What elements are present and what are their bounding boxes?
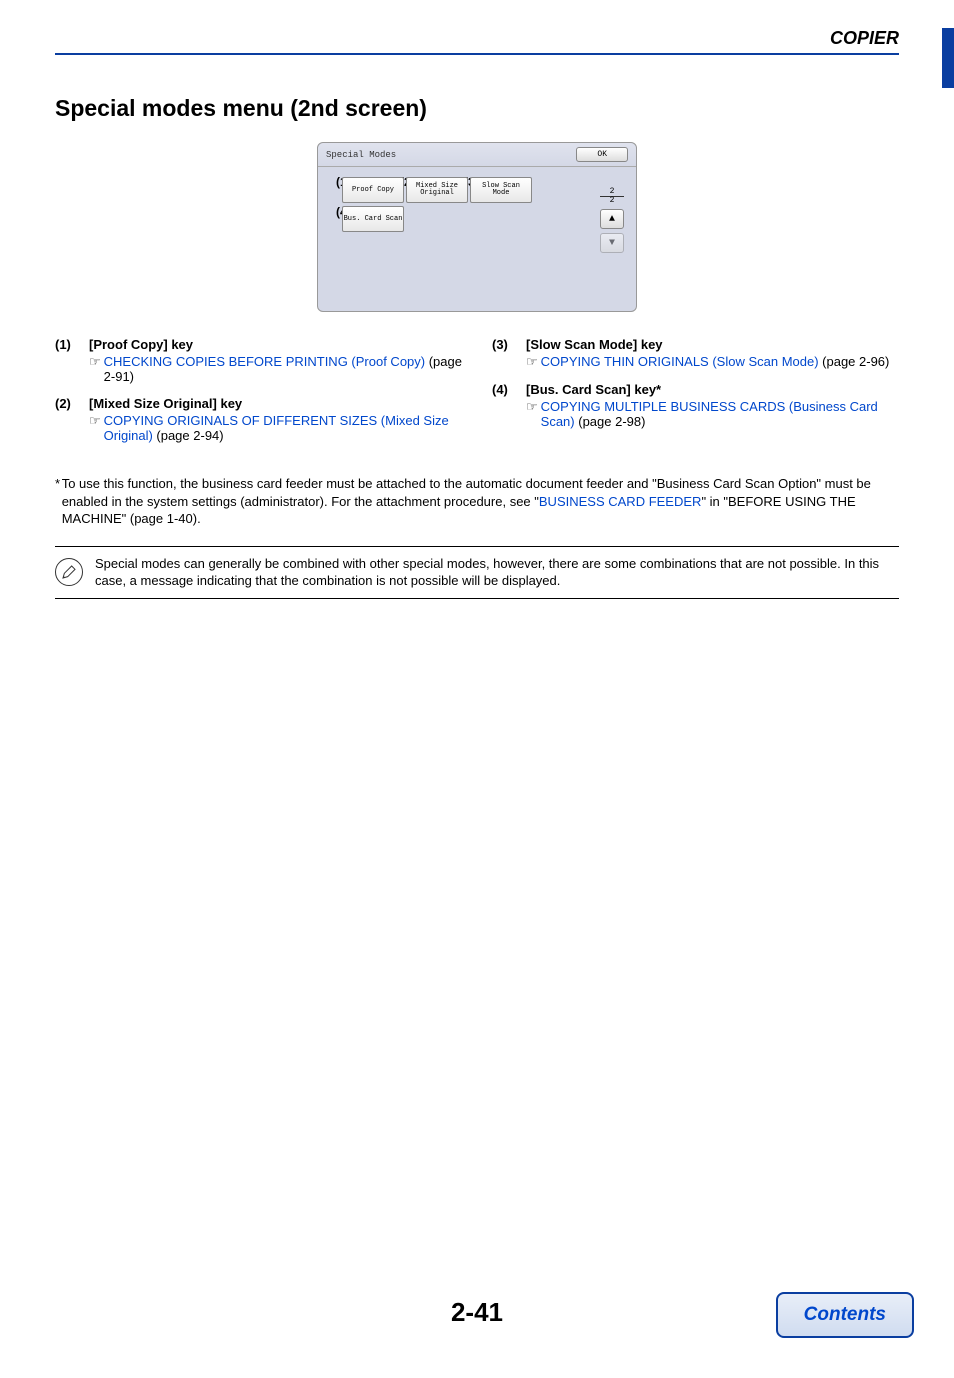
pointer-icon: ☞ [89, 413, 101, 429]
proof-copy-label: Proof Copy [352, 187, 394, 194]
item-3-index: (3) [492, 337, 526, 370]
left-column: (1) [Proof Copy] key ☞CHECKING COPIES BE… [55, 337, 462, 455]
footnote: * To use this function, the business car… [55, 475, 899, 528]
proof-copy-button[interactable]: Proof Copy [342, 177, 404, 203]
arrow-down-icon: ▼ [609, 238, 615, 249]
pencil-icon [55, 558, 83, 586]
footnote-body: To use this function, the business card … [62, 475, 899, 528]
mixed-size-button[interactable]: Mixed SizeOriginal [406, 177, 468, 203]
page-indicator: 2 2 [600, 188, 624, 205]
item-4-pageref: (page 2-98) [575, 414, 646, 429]
item-1: (1) [Proof Copy] key ☞CHECKING COPIES BE… [55, 337, 462, 384]
ui-screenshot-panel: Special Modes OK (1) (2) (3) (4) Proof C… [317, 142, 637, 312]
item-4-title: [Bus. Card Scan] key* [526, 382, 899, 397]
item-3-link[interactable]: COPYING THIN ORIGINALS (Slow Scan Mode) [541, 354, 819, 369]
pointer-icon: ☞ [526, 354, 538, 370]
section-color-bar [942, 28, 954, 88]
pointer-icon: ☞ [526, 399, 538, 415]
key-description-columns: (1) [Proof Copy] key ☞CHECKING COPIES BE… [55, 337, 899, 455]
note-box: Special modes can generally be combined … [55, 546, 899, 599]
footnote-marker: * [55, 475, 62, 528]
footnote-link[interactable]: BUSINESS CARD FEEDER [539, 494, 702, 509]
item-3: (3) [Slow Scan Mode] key ☞COPYING THIN O… [492, 337, 899, 370]
item-1-index: (1) [55, 337, 89, 384]
ok-button[interactable]: OK [576, 147, 628, 162]
ui-title: Special Modes [326, 150, 396, 160]
bus-card-scan-label: Bus. Card Scan [344, 216, 403, 223]
item-2-title: [Mixed Size Original] key [89, 396, 462, 411]
item-4: (4) [Bus. Card Scan] key* ☞COPYING MULTI… [492, 382, 899, 429]
ui-titlebar: Special Modes OK [318, 143, 636, 167]
page-down-button[interactable]: ▼ [600, 233, 624, 253]
page-heading: Special modes menu (2nd screen) [55, 95, 899, 122]
note-text: Special modes can generally be combined … [95, 555, 899, 590]
contents-link[interactable]: Contents [776, 1292, 914, 1338]
section-label: COPIER [830, 28, 899, 49]
item-3-pageref: (page 2-96) [819, 354, 890, 369]
mixed-size-label-2: Original [420, 190, 454, 197]
item-2-pageref: (page 2-94) [153, 428, 224, 443]
slow-scan-label-2: Mode [493, 190, 510, 197]
item-3-title: [Slow Scan Mode] key [526, 337, 899, 352]
ui-body: Proof Copy Mixed SizeOriginal Slow ScanM… [318, 167, 636, 245]
header-rule: COPIER [55, 28, 899, 55]
item-1-link[interactable]: CHECKING COPIES BEFORE PRINTING (Proof C… [104, 354, 425, 369]
pointer-icon: ☞ [89, 354, 101, 370]
item-1-title: [Proof Copy] key [89, 337, 462, 352]
item-4-index: (4) [492, 382, 526, 429]
arrow-up-icon: ▲ [609, 214, 615, 225]
slow-scan-button[interactable]: Slow ScanMode [470, 177, 532, 203]
item-2: (2) [Mixed Size Original] key ☞COPYING O… [55, 396, 462, 443]
pager: 2 2 ▲ ▼ [600, 188, 624, 257]
right-column: (3) [Slow Scan Mode] key ☞COPYING THIN O… [492, 337, 899, 455]
item-2-index: (2) [55, 396, 89, 443]
bus-card-scan-button[interactable]: Bus. Card Scan [342, 206, 404, 232]
page-total: 2 [600, 197, 624, 205]
page-up-button[interactable]: ▲ [600, 209, 624, 229]
